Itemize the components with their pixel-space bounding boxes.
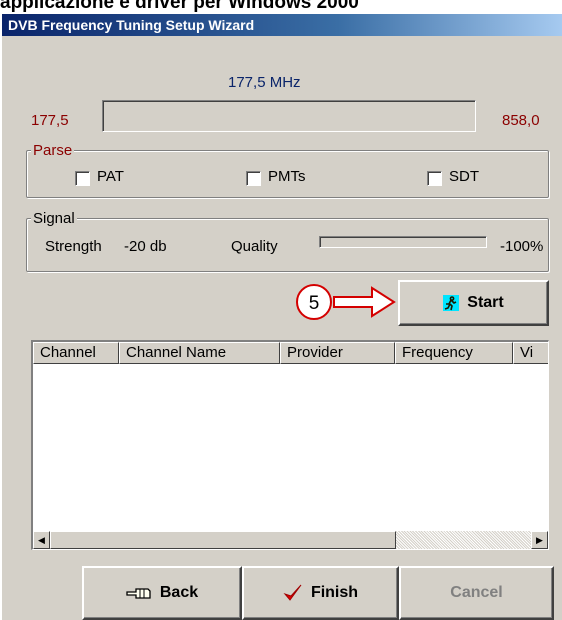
quality-value: -100%: [500, 238, 544, 255]
cancel-button[interactable]: Cancel: [399, 566, 554, 620]
step-arrow-icon: [333, 286, 396, 318]
wizard-window: DVB Frequency Tuning Setup Wizard 177,5 …: [2, 14, 562, 620]
title-bar: DVB Frequency Tuning Setup Wizard: [2, 14, 562, 36]
frequency-progress-bar: [102, 100, 476, 132]
channel-list-header: Channel Channel Name Provider Frequency …: [33, 342, 548, 364]
column-header-frequency[interactable]: Frequency: [395, 342, 513, 364]
quality-label: Quality: [231, 238, 278, 255]
column-header-channel-name[interactable]: Channel Name: [119, 342, 280, 364]
column-header-provider[interactable]: Provider: [280, 342, 395, 364]
column-header-channel[interactable]: Channel: [33, 342, 119, 364]
back-button[interactable]: Back: [82, 566, 242, 620]
sdt-checkbox[interactable]: [427, 171, 442, 186]
frequency-max-label: 858,0: [502, 112, 540, 129]
start-button[interactable]: Start: [398, 280, 549, 326]
strength-label: Strength: [45, 238, 102, 255]
signal-group-label: Signal: [31, 210, 77, 227]
scroll-right-icon[interactable]: ▶: [531, 531, 548, 549]
frequency-min-label: 177,5: [31, 112, 69, 129]
checkmark-icon: [283, 584, 302, 601]
scroll-left-icon[interactable]: ◀: [33, 531, 50, 549]
step-number-text: 5: [309, 293, 320, 314]
document-caption: applicazione e driver per Windows 2000: [0, 0, 359, 12]
finish-button[interactable]: Finish: [242, 566, 399, 620]
start-button-label: Start: [467, 294, 504, 311]
column-header-video[interactable]: Vi: [513, 342, 548, 364]
horizontal-scrollbar[interactable]: ◀ ▶: [33, 531, 548, 549]
scrollbar-thumb[interactable]: [50, 531, 396, 549]
hand-pointing-left-icon: [126, 588, 151, 599]
step-annotation-callout: 5: [296, 284, 396, 320]
finish-button-label: Finish: [310, 584, 359, 601]
sdt-checkbox-label[interactable]: SDT: [449, 168, 479, 185]
cancel-button-label: Cancel: [450, 584, 503, 601]
quality-meter: [319, 236, 487, 248]
current-frequency-label: 177,5 MHz: [228, 74, 301, 91]
parse-group-label: Parse: [31, 142, 75, 159]
pmts-checkbox-label[interactable]: PMTs: [268, 168, 306, 185]
scrollbar-track[interactable]: [396, 531, 531, 549]
back-button-label: Back: [159, 584, 199, 601]
running-man-icon: [443, 295, 460, 311]
strength-value: -20 db: [124, 238, 167, 255]
channel-list[interactable]: Channel Channel Name Provider Frequency …: [31, 340, 549, 550]
pat-checkbox[interactable]: [75, 171, 90, 186]
pat-checkbox-label[interactable]: PAT: [97, 168, 124, 185]
pmts-checkbox[interactable]: [246, 171, 261, 186]
